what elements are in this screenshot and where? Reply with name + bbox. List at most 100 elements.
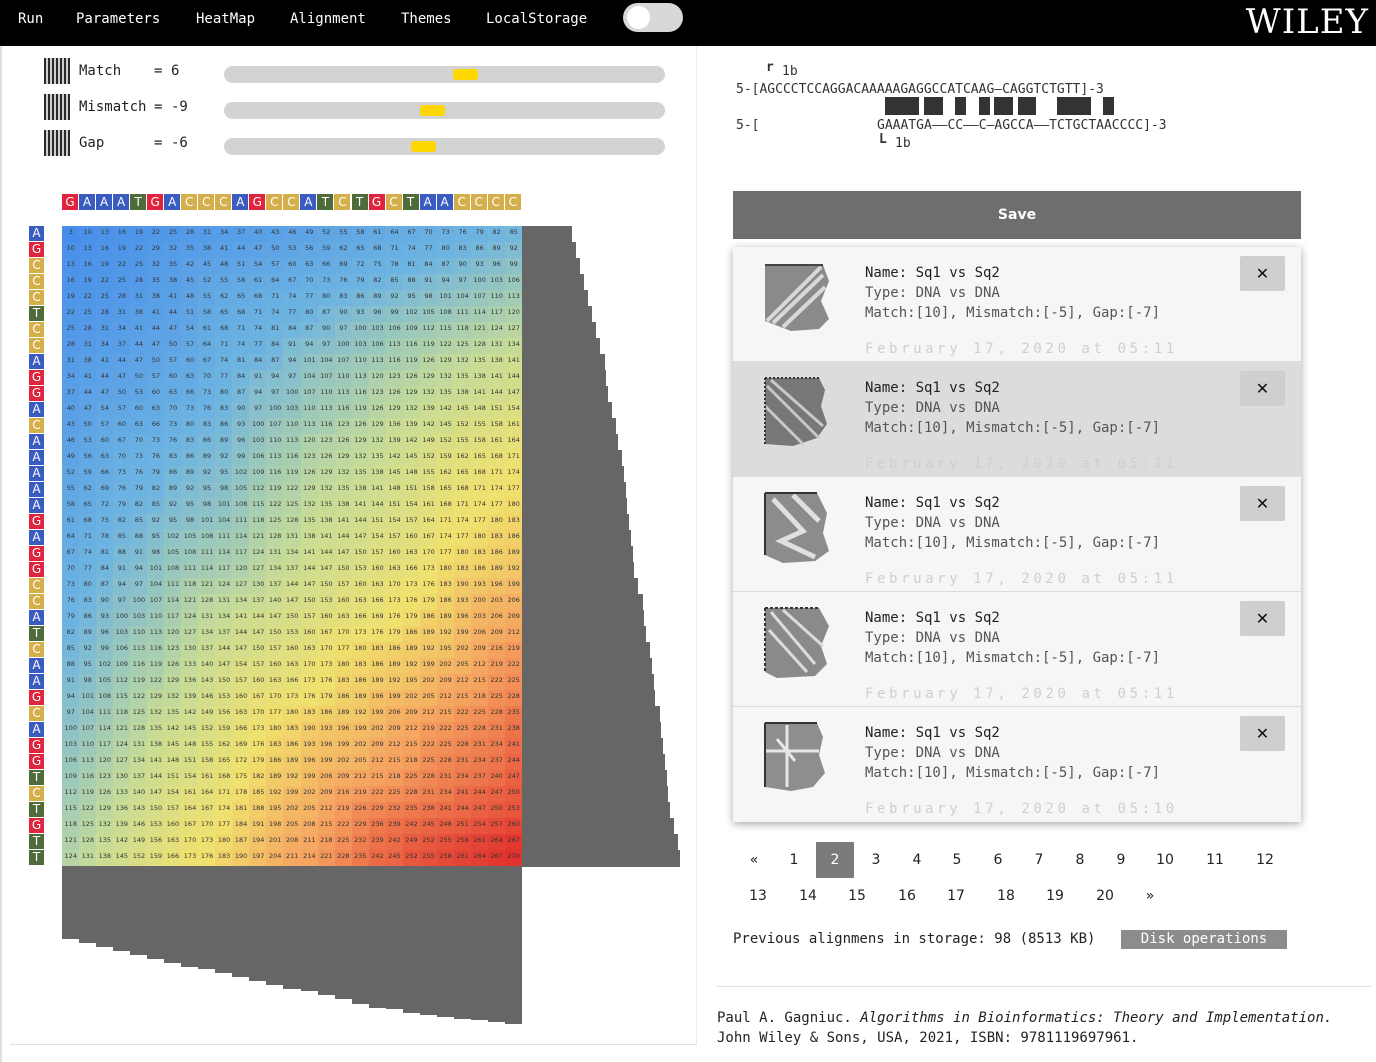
- page-link-14[interactable]: 14: [789, 878, 827, 914]
- nucleotide-T: T: [351, 194, 368, 210]
- heatmap-cell: 170: [385, 578, 404, 595]
- heatmap-cell: 101: [215, 498, 233, 515]
- saved-card[interactable]: Name: Sq1 vs Sq2 Type: DNA vs DNA Match:…: [733, 477, 1301, 592]
- heatmap-cell: 86: [470, 242, 489, 259]
- slider-thumb[interactable]: [453, 69, 478, 80]
- save-button[interactable]: Save: [733, 191, 1301, 239]
- close-icon[interactable]: ✕: [1240, 486, 1285, 521]
- slider-thumb[interactable]: [411, 141, 436, 152]
- heatmap-cell: 16: [113, 226, 131, 243]
- page-link-13[interactable]: 13: [739, 878, 777, 914]
- heatmap-cell: 180: [266, 722, 284, 739]
- page-link-12[interactable]: 12: [1246, 842, 1284, 878]
- close-icon[interactable]: ✕: [1240, 371, 1285, 406]
- heatmap-cell: 167: [419, 530, 438, 547]
- heatmap-cell: 97: [317, 338, 336, 355]
- close-icon[interactable]: ✕: [1240, 256, 1285, 291]
- page-link-2[interactable]: 2: [816, 842, 854, 878]
- nav-alignment[interactable]: Alignment: [290, 11, 366, 27]
- heatmap-cell: 71: [385, 242, 404, 259]
- nucleotide-A: A: [113, 194, 130, 210]
- heatmap-cell: 128: [198, 594, 216, 611]
- heatmap-cell: 152: [198, 722, 216, 739]
- heatmap-cell: 118: [453, 322, 472, 339]
- close-icon[interactable]: ✕: [1240, 601, 1285, 636]
- page-link-9[interactable]: 9: [1102, 842, 1140, 878]
- page-link-19[interactable]: 19: [1036, 878, 1074, 914]
- page-link-6[interactable]: 6: [979, 842, 1017, 878]
- page-link-1[interactable]: 1: [775, 842, 813, 878]
- heatmap-cell: 125: [130, 706, 148, 723]
- heatmap-cell: 176: [385, 610, 404, 627]
- heatmap-cell: 94: [113, 578, 131, 595]
- saved-card[interactable]: Name: Sq1 vs Sq2 Type: DNA vs DNA Match:…: [733, 592, 1301, 707]
- saved-card[interactable]: Name: Sq1 vs Sq2 Type: DNA vs DNA Match:…: [733, 362, 1301, 477]
- heatmap-cell: 85: [130, 514, 148, 531]
- nav-parameters[interactable]: Parameters: [76, 11, 160, 27]
- heatmap-cell: 146: [130, 818, 148, 835]
- heatmap-cell: 147: [232, 642, 250, 659]
- page-link-15[interactable]: 15: [838, 878, 876, 914]
- heatmap-cell: 199: [504, 578, 523, 595]
- page-link-18[interactable]: 18: [987, 878, 1025, 914]
- heatmap-cell: 56: [79, 450, 97, 467]
- theme-toggle-switch[interactable]: [623, 3, 683, 32]
- page-link-10[interactable]: 10: [1146, 842, 1184, 878]
- saved-card[interactable]: Name: Sq1 vs Sq2 Type: DNA vs DNA Match:…: [733, 707, 1301, 822]
- heatmap-cell: 25: [130, 258, 148, 275]
- card-params: Match:[10], Mismatch:[-5], Gap:[-7]: [865, 765, 1161, 781]
- drag-handle-icon[interactable]: [44, 58, 70, 84]
- heatmap-cell: 147: [351, 530, 370, 547]
- page-link-11[interactable]: 11: [1196, 842, 1234, 878]
- heatmap-cell: 126: [300, 466, 319, 483]
- heatmap-cell: 70: [419, 226, 438, 243]
- nav-heatmap[interactable]: HeatMap: [196, 11, 255, 27]
- nav-themes[interactable]: Themes: [401, 11, 452, 27]
- disk-operations-button[interactable]: Disk operations: [1121, 930, 1287, 949]
- heatmap-cell: 164: [504, 434, 523, 451]
- heatmap-cell: 231: [419, 786, 438, 803]
- heatmap-cell: 176: [249, 738, 267, 755]
- page-link-20[interactable]: 20: [1086, 878, 1124, 914]
- heatmap-cell: 66: [181, 386, 199, 403]
- drag-handle-icon[interactable]: [44, 130, 70, 156]
- heatmap-cell: 163: [283, 658, 301, 675]
- match-slider[interactable]: [224, 66, 665, 83]
- heatmap-cell: 183: [351, 658, 370, 675]
- slider-thumb[interactable]: [420, 105, 445, 116]
- nav-run[interactable]: Run: [18, 11, 43, 27]
- page-link-7[interactable]: 7: [1020, 842, 1058, 878]
- heatmap-cell: 252: [402, 850, 421, 867]
- nucleotide-T: T: [130, 194, 147, 210]
- heatmap-cell: 121: [198, 578, 216, 595]
- mismatch-slider[interactable]: [224, 102, 665, 119]
- heatmap-cell: 102: [402, 306, 421, 323]
- heatmap-cell: 101: [300, 354, 319, 371]
- prev-page-icon[interactable]: «: [735, 842, 773, 878]
- gap-slider[interactable]: [224, 138, 665, 155]
- heatmap-cell: 183: [504, 514, 523, 531]
- page-link-16[interactable]: 16: [888, 878, 926, 914]
- heatmap-cell: 117: [164, 610, 182, 627]
- saved-card[interactable]: Name: Sq1 vs Sq2 Type: DNA vs DNA Match:…: [733, 247, 1301, 362]
- page-link-5[interactable]: 5: [938, 842, 976, 878]
- heatmap-cell: 115: [436, 322, 455, 339]
- page-link-8[interactable]: 8: [1061, 842, 1099, 878]
- heatmap-cell: 212: [402, 722, 421, 739]
- heatmap-cell: 105: [181, 530, 199, 547]
- page-link-3[interactable]: 3: [857, 842, 895, 878]
- heatmap-cell: 235: [504, 706, 523, 723]
- heatmap-cell: 138: [334, 498, 353, 515]
- heatmap-cell: 135: [351, 466, 370, 483]
- heatmap-cell: 91: [419, 274, 438, 291]
- page-link-4[interactable]: 4: [898, 842, 936, 878]
- nucleotide-G: G: [62, 194, 78, 210]
- next-page-icon[interactable]: »: [1131, 878, 1169, 914]
- heatmap-cell: 73: [62, 578, 80, 595]
- nav-localstorage[interactable]: LocalStorage: [486, 11, 587, 27]
- heatmap-cell: 196: [368, 690, 387, 707]
- page-link-17[interactable]: 17: [937, 878, 975, 914]
- heatmap-cell: 106: [504, 274, 523, 291]
- drag-handle-icon[interactable]: [44, 94, 70, 120]
- close-icon[interactable]: ✕: [1240, 716, 1285, 751]
